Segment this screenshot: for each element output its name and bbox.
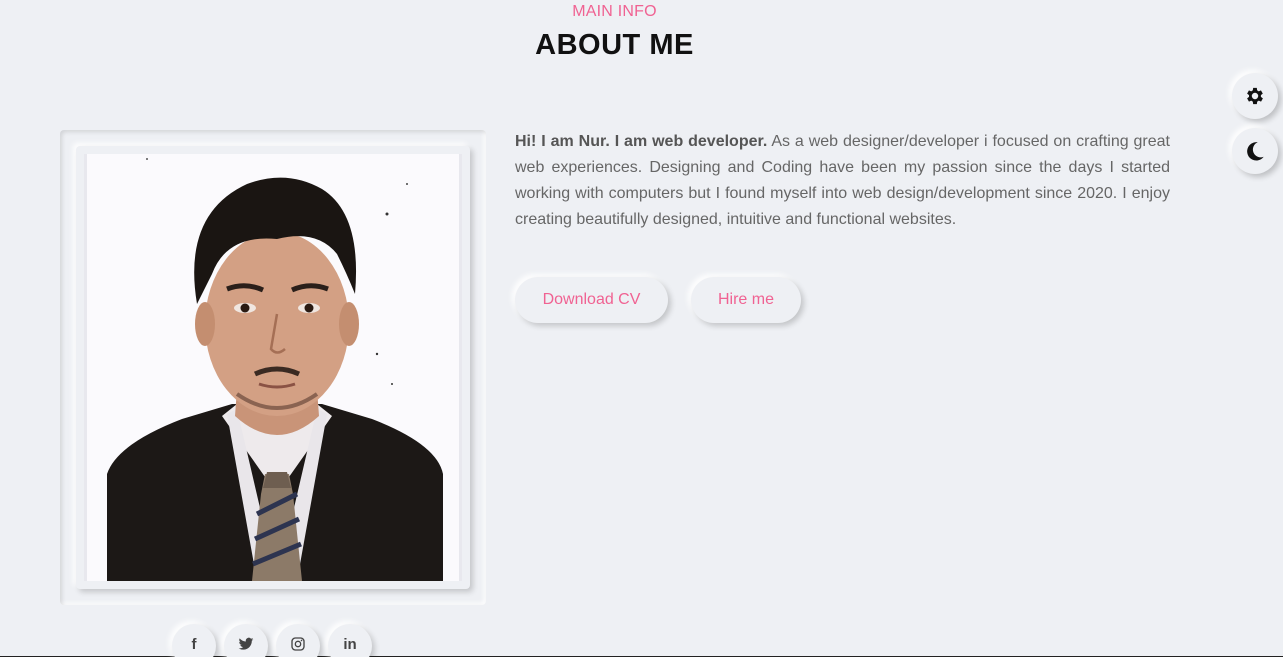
social-links: f in (172, 624, 372, 657)
twitter-icon (238, 637, 254, 650)
profile-photo (84, 154, 462, 581)
moon-icon (1247, 142, 1264, 161)
portrait-image (87, 154, 459, 581)
instagram-icon (291, 637, 305, 651)
hire-me-button[interactable]: Hire me (691, 277, 801, 323)
theme-toggle-button[interactable] (1232, 128, 1278, 174)
about-section: MAIN INFO ABOUT ME f in Hi! I am Nur. I … (0, 0, 1283, 657)
about-bio: Hi! I am Nur. I am web developer. As a w… (515, 129, 1170, 233)
section-eyebrow: MAIN INFO (572, 3, 657, 20)
gear-icon (1247, 87, 1263, 105)
bio-intro-bold: Hi! I am Nur. I am web developer. (515, 133, 768, 150)
facebook-button[interactable]: f (172, 624, 216, 657)
linkedin-button[interactable]: in (328, 624, 372, 657)
download-cv-button[interactable]: Download CV (515, 277, 668, 323)
facebook-icon: f (191, 636, 197, 653)
profile-photo-frame (60, 130, 486, 605)
profile-photo-card (76, 146, 470, 589)
settings-button[interactable] (1232, 73, 1278, 119)
instagram-button[interactable] (276, 624, 320, 657)
twitter-button[interactable] (224, 624, 268, 657)
linkedin-icon: in (343, 636, 357, 653)
section-title: ABOUT ME (535, 29, 694, 61)
